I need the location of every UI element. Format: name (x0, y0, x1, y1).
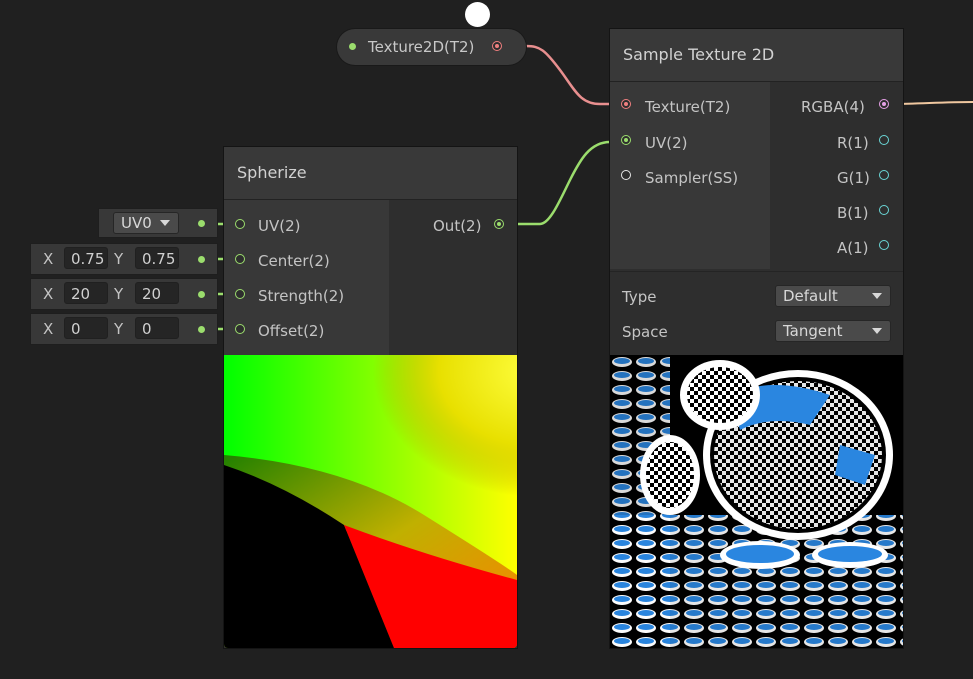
type-label: Type (622, 288, 657, 306)
strength-y-label: Y (114, 285, 124, 303)
center-y-label: Y (114, 250, 124, 268)
dropdown-arrow-icon (872, 293, 882, 299)
g-output-port-icon[interactable] (879, 170, 889, 180)
rgba-output-label: RGBA(4) (801, 98, 865, 116)
space-dropdown[interactable]: Tangent (775, 320, 891, 342)
uv-channel-value: UV0 (121, 214, 152, 232)
wire-texture[interactable] (525, 44, 621, 106)
sample-texture-settings: Type Default Space Tangent (610, 271, 903, 356)
strength-input-label: Strength(2) (258, 287, 345, 305)
center-input: X 0.75 Y 0.75 (31, 244, 217, 274)
offset-x-field[interactable]: 0 (64, 317, 108, 339)
offset-input-connector-icon (198, 326, 205, 333)
dropdown-arrow-icon (160, 220, 170, 226)
out-output-label: Out(2) (433, 217, 482, 235)
sample-texture-preview (610, 355, 903, 648)
offset-input-port-icon[interactable] (235, 324, 245, 334)
spherize-preview (224, 355, 517, 648)
space-value: Tangent (783, 322, 843, 340)
uv-input-port-icon[interactable] (621, 135, 631, 145)
center-y-field[interactable]: 0.75 (135, 247, 179, 269)
strength-y-field[interactable]: 20 (135, 282, 179, 304)
r-output-port-icon[interactable] (879, 135, 889, 145)
property-label: Texture2D(T2) (368, 38, 475, 56)
spherize-inputs: UV(2) Center(2) Strength(2) Offset(2) (224, 200, 389, 355)
uv-input-label: UV(2) (645, 134, 688, 152)
a-output-port-icon[interactable] (879, 240, 889, 250)
spherize-preview-image (224, 355, 517, 648)
out-output-port-icon[interactable] (494, 219, 504, 229)
node-handle-icon[interactable] (465, 2, 490, 27)
sample-texture-title: Sample Texture 2D (623, 45, 775, 64)
center-input-label: Center(2) (258, 252, 330, 270)
b-output-label: B(1) (837, 204, 869, 222)
dropdown-arrow-icon (872, 328, 882, 334)
strength-x-field[interactable]: 20 (64, 282, 108, 304)
sample-texture-outputs: RGBA(4) R(1) G(1) B(1) A(1) (771, 82, 903, 269)
space-label: Space (622, 323, 668, 341)
offset-x-label: X (43, 320, 54, 338)
sample-texture-title-bar[interactable]: Sample Texture 2D (610, 29, 903, 82)
offset-y-label: Y (114, 320, 124, 338)
offset-input: X 0 Y 0 (31, 314, 217, 344)
center-x-label: X (43, 250, 54, 268)
strength-input: X 20 Y 20 (31, 279, 217, 309)
spherize-title: Spherize (237, 163, 307, 182)
uv-channel-dropdown[interactable]: UV0 (113, 212, 179, 234)
uv-input-port-icon[interactable] (235, 219, 245, 229)
type-dropdown[interactable]: Default (775, 285, 891, 307)
a-output-label: A(1) (837, 239, 869, 257)
g-output-label: G(1) (837, 169, 870, 187)
r-output-label: R(1) (837, 134, 869, 152)
strength-x-label: X (43, 285, 54, 303)
spherize-title-bar[interactable]: Spherize (224, 147, 517, 200)
spherize-outputs: Out(2) (390, 200, 517, 355)
center-x-field[interactable]: 0.75 (64, 247, 108, 269)
sampler-input-port-icon[interactable] (621, 170, 631, 180)
uv-input-connector-icon (198, 220, 205, 227)
wire-uv[interactable] (505, 140, 621, 226)
strength-input-connector-icon (198, 291, 205, 298)
property-output-port-icon[interactable] (492, 41, 502, 51)
property-indicator-icon (349, 43, 356, 50)
sample-texture-preview-image (610, 355, 903, 648)
uv-channel-input: UV0 (99, 209, 217, 237)
sample-texture-inputs: Texture(T2) UV(2) Sampler(SS) (610, 82, 770, 269)
texture2d-property-node[interactable]: Texture2D(T2) (337, 29, 526, 65)
offset-y-field[interactable]: 0 (135, 317, 179, 339)
sampler-input-label: Sampler(SS) (645, 169, 739, 187)
texture-input-label: Texture(T2) (645, 98, 731, 116)
strength-input-port-icon[interactable] (235, 289, 245, 299)
uv-input-label: UV(2) (258, 217, 301, 235)
texture-input-port-icon[interactable] (621, 99, 631, 109)
center-input-connector-icon (198, 256, 205, 263)
b-output-port-icon[interactable] (879, 205, 889, 215)
rgba-output-port-icon[interactable] (879, 99, 889, 109)
offset-input-label: Offset(2) (258, 322, 325, 340)
type-value: Default (783, 287, 838, 305)
center-input-port-icon[interactable] (235, 254, 245, 264)
